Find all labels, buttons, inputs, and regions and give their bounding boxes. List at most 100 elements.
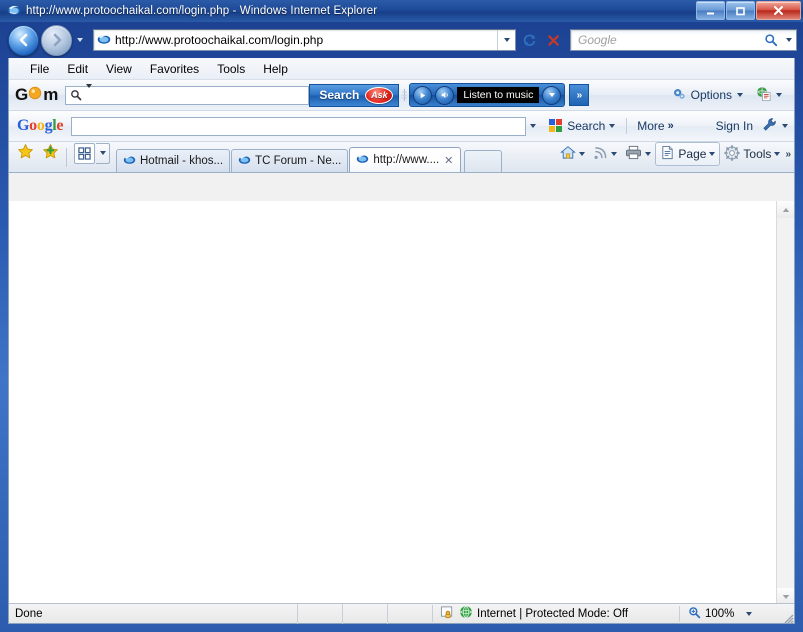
home-icon	[560, 145, 577, 163]
tab-list-dropdown[interactable]	[96, 142, 110, 164]
back-button[interactable]	[8, 24, 39, 56]
vertical-scrollbar[interactable]	[776, 201, 794, 605]
chevron-down-icon	[774, 152, 781, 156]
print-button[interactable]	[621, 143, 655, 165]
page-menu-button[interactable]: Page	[655, 142, 721, 166]
page-viewport	[9, 201, 794, 605]
gom-logo-o-icon	[28, 85, 42, 105]
chevron-down-icon	[530, 124, 537, 128]
security-zone-panel[interactable]: Internet | Protected Mode: Off	[432, 605, 679, 622]
google-logo-letter-5: e	[56, 117, 64, 134]
gom-language-button[interactable]	[751, 84, 786, 107]
tab-favicon-icon	[356, 152, 369, 168]
forward-button[interactable]	[41, 24, 72, 56]
google-more-label: More	[637, 119, 665, 133]
gom-search-button-label: Search	[319, 88, 360, 102]
tab-bar: Hotmail - khos... TC Forum - Ne... http:…	[9, 142, 794, 173]
rss-feed-icon	[593, 146, 608, 163]
feeds-button[interactable]	[589, 144, 621, 165]
tab-close-icon[interactable]: ✕	[443, 154, 454, 167]
tools-menu-button[interactable]: Tools	[720, 143, 784, 166]
menu-item-favorites[interactable]: Favorites	[141, 60, 208, 78]
scroll-up-button[interactable]	[777, 201, 794, 218]
google-search-input[interactable]	[71, 116, 527, 136]
search-box[interactable]: Google	[570, 29, 797, 51]
stop-button[interactable]	[542, 29, 564, 51]
command-bar: Page Tools »	[556, 139, 794, 172]
google-logo-letter-2: o	[36, 117, 45, 134]
wrench-icon[interactable]	[762, 117, 777, 135]
chevron-down-icon[interactable]	[746, 611, 753, 616]
address-dropdown-button[interactable]	[497, 30, 515, 50]
page-icon	[660, 145, 675, 163]
page-favicon-icon	[97, 32, 111, 49]
printer-icon	[625, 145, 642, 163]
chevron-down-icon	[709, 152, 716, 156]
chevron-down-icon	[645, 152, 652, 156]
google-sign-in-button[interactable]: Sign In	[712, 117, 757, 135]
search-input[interactable]: Google	[578, 33, 761, 47]
menu-item-edit[interactable]: Edit	[58, 60, 97, 78]
menu-item-view[interactable]: View	[97, 60, 141, 78]
menu-item-tools[interactable]: Tools	[208, 60, 254, 78]
recent-pages-dropdown[interactable]	[73, 30, 87, 50]
minimize-button[interactable]	[696, 1, 725, 20]
tab-label: TC Forum - Ne...	[255, 155, 342, 167]
address-input-container[interactable]: http://www.protoochaikal.com/login.php	[93, 29, 516, 51]
internet-explorer-icon	[7, 3, 21, 20]
window-title: http://www.protoochaikal.com/login.php -…	[26, 5, 378, 17]
zoom-panel[interactable]: 100%	[679, 605, 780, 622]
browser-client-area: File Edit View Favorites Tools Help G m	[8, 58, 795, 624]
chevron-down-icon[interactable]	[782, 124, 788, 128]
gom-player-dropdown[interactable]	[542, 85, 562, 105]
resize-grip[interactable]	[780, 604, 794, 624]
address-input[interactable]: http://www.protoochaikal.com/login.php	[115, 33, 497, 47]
protected-mode-icon	[440, 605, 455, 622]
volume-button[interactable]	[435, 85, 455, 105]
close-button[interactable]	[756, 1, 801, 20]
gom-overflow-button[interactable]: »	[569, 84, 590, 106]
refresh-button[interactable]	[518, 29, 540, 51]
tab-tc-forum[interactable]: TC Forum - Ne...	[231, 149, 349, 172]
tab-label: http://www....	[373, 154, 440, 166]
google-search-button[interactable]: Search	[544, 117, 620, 135]
menu-item-file[interactable]: File	[21, 60, 58, 78]
google-more-chevron: »	[667, 120, 674, 132]
search-icon[interactable]	[761, 33, 781, 47]
status-panel-empty	[297, 603, 342, 624]
command-bar-overflow-button[interactable]: »	[784, 149, 791, 160]
tab-hotmail[interactable]: Hotmail - khos...	[116, 149, 231, 172]
title-bar: http://www.protoochaikal.com/login.php -…	[0, 0, 803, 22]
gom-options-button[interactable]: Options	[668, 85, 747, 106]
add-to-favorites-icon[interactable]	[42, 143, 59, 163]
new-tab-button[interactable]	[464, 150, 503, 172]
favorites-center-icon[interactable]	[17, 143, 34, 163]
play-button[interactable]	[413, 85, 433, 105]
gear-icon	[672, 87, 686, 104]
google-more-button[interactable]: More »	[633, 117, 677, 135]
window-controls	[696, 1, 801, 20]
ie-browser-window: http://www.protoochaikal.com/login.php -…	[0, 0, 803, 632]
quick-tabs-icon[interactable]	[74, 142, 95, 164]
chevron-down-icon	[99, 151, 106, 155]
status-text: Done	[15, 607, 43, 620]
menu-item-help[interactable]: Help	[254, 60, 297, 78]
chevron-down-icon	[609, 124, 616, 128]
home-button[interactable]	[556, 143, 589, 165]
google-search-dropdown[interactable]	[526, 124, 540, 128]
gom-search-button[interactable]: Search Ask	[309, 83, 400, 107]
chevron-down-icon	[579, 152, 586, 156]
tab-active-login-page[interactable]: http://www.... ✕	[349, 147, 462, 172]
search-provider-dropdown[interactable]	[781, 38, 796, 42]
gom-toolbar: G m Search Ask Listen to music » Options	[9, 80, 794, 111]
maximize-button[interactable]	[726, 1, 755, 20]
google-toolbar: Google Search More » Sign In	[9, 111, 794, 142]
chevron-down-icon	[503, 38, 510, 42]
tab-favicon-icon	[238, 153, 251, 169]
chevron-down-icon[interactable]	[86, 84, 95, 102]
gom-search-input[interactable]	[65, 84, 310, 105]
gom-toolbar-right: Options	[668, 84, 794, 107]
security-zone-label: Internet | Protected Mode: Off	[477, 607, 629, 620]
zoom-magnifier-icon	[688, 606, 701, 622]
globe-page-icon	[755, 86, 772, 105]
